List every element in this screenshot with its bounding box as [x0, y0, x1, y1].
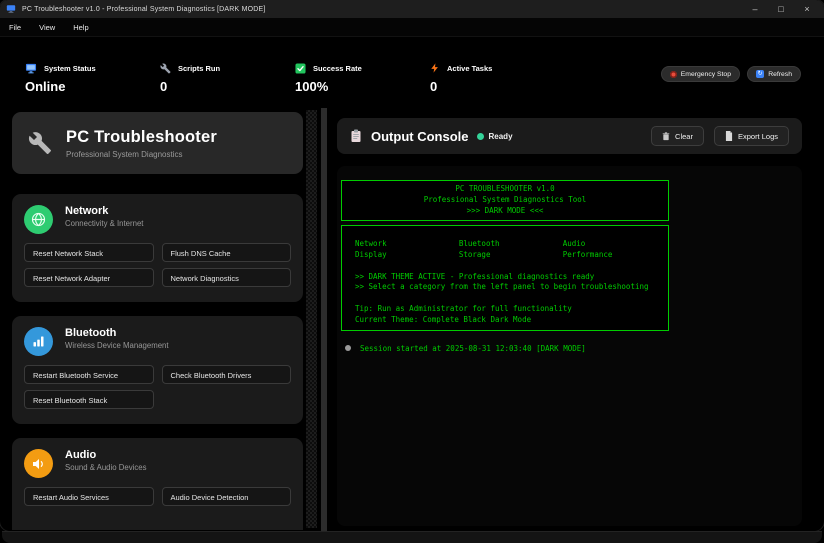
speaker-icon [24, 449, 53, 478]
reset-bluetooth-stack-button[interactable]: Reset Bluetooth Stack [24, 390, 154, 409]
maximize-button[interactable]: □ [770, 2, 792, 16]
wrench-icon [160, 63, 171, 74]
clipboard-icon [350, 129, 362, 143]
emergency-stop-button[interactable]: Emergency Stop [661, 66, 740, 82]
console-line: Network Bluetooth Audio [355, 239, 668, 250]
stat-success-rate: Success Rate 100% [295, 62, 362, 94]
stat-system-status: System Status Online [25, 62, 96, 94]
export-logs-label: Export Logs [738, 132, 778, 141]
flush-dns-cache-button[interactable]: Flush DNS Cache [162, 243, 292, 262]
category-title: Network [65, 205, 143, 217]
console-line [355, 293, 668, 304]
monitor-icon [25, 63, 37, 74]
panel-splitter[interactable] [321, 108, 327, 531]
refresh-label: Refresh [768, 71, 792, 78]
ready-status-dot [477, 133, 484, 140]
audio-device-detection-button[interactable]: Audio Device Detection [162, 487, 292, 506]
console-output[interactable]: PC TROUBLESHOOTER v1.0 Professional Syst… [337, 166, 802, 526]
globe-icon [24, 205, 53, 234]
console-banner-box: PC TROUBLESHOOTER v1.0 Professional Syst… [341, 180, 669, 221]
log-bullet-icon [345, 345, 351, 351]
wrench-icon [28, 131, 52, 155]
sidebar-scrollbar[interactable] [306, 110, 317, 528]
session-log-text: Session started at 2025-08-31 12:03:40 [… [360, 344, 586, 353]
session-log-entry: Session started at 2025-08-31 12:03:40 [… [345, 344, 802, 353]
emergency-stop-label: Emergency Stop [681, 71, 731, 78]
stat-label: Success Rate [313, 64, 362, 73]
clear-button[interactable]: Clear [651, 126, 704, 146]
restart-audio-services-button[interactable]: Restart Audio Services [24, 487, 154, 506]
app-icon [6, 4, 16, 14]
stop-icon [670, 71, 677, 78]
menu-bar: File View Help [0, 18, 824, 37]
console-body-box: Network Bluetooth Audio Display Storage … [341, 225, 669, 330]
refresh-button[interactable]: ↻ Refresh [747, 66, 801, 82]
title-bar: PC Troubleshooter v1.0 - Professional Sy… [0, 0, 824, 18]
menu-file[interactable]: File [9, 23, 21, 32]
app-subtitle: Professional System Diagnostics [66, 150, 217, 159]
category-card-network: Network Connectivity & Internet Reset Ne… [12, 194, 303, 302]
stat-value: Online [25, 79, 96, 94]
category-card-audio: Audio Sound & Audio Devices Restart Audi… [12, 438, 303, 530]
minimize-button[interactable]: – [744, 2, 766, 16]
main-area: PC Troubleshooter Professional System Di… [0, 108, 824, 531]
console-line [355, 261, 668, 272]
document-icon [725, 131, 733, 141]
refresh-icon: ↻ [756, 70, 764, 78]
reset-network-stack-button[interactable]: Reset Network Stack [24, 243, 154, 262]
check-icon [295, 63, 306, 74]
reset-network-adapter-button[interactable]: Reset Network Adapter [24, 268, 154, 287]
console-line: Tip: Run as Administrator for full funct… [355, 304, 668, 315]
stat-value: 0 [160, 79, 220, 94]
category-title: Bluetooth [65, 327, 169, 339]
category-subtitle: Connectivity & Internet [65, 219, 143, 230]
console-line: Professional System Diagnostics Tool [342, 195, 668, 206]
console-panel: Output Console Ready Clear Export Logs P… [337, 108, 802, 531]
stat-label: Active Tasks [447, 64, 492, 73]
stat-active-tasks: Active Tasks 0 [430, 62, 492, 94]
bolt-icon [430, 62, 440, 74]
ready-status-label: Ready [489, 132, 513, 141]
menu-help[interactable]: Help [73, 23, 88, 32]
console-line: >>> DARK MODE <<< [342, 206, 668, 217]
app-window: PC Troubleshooter v1.0 - Professional Sy… [0, 0, 824, 531]
console-line [355, 228, 668, 239]
console-title: Output Console [371, 129, 469, 144]
stat-label: System Status [44, 64, 96, 73]
stats-bar: System Status Online Scripts Run 0 Succe… [0, 40, 824, 104]
console-line: >> DARK THEME ACTIVE - Professional diag… [355, 272, 668, 283]
category-title: Audio [65, 449, 147, 461]
console-header: Output Console Ready Clear Export Logs [337, 118, 802, 154]
category-subtitle: Wireless Device Management [65, 341, 169, 352]
network-diagnostics-button[interactable]: Network Diagnostics [162, 268, 292, 287]
console-line: >> Select a category from the left panel… [355, 282, 668, 293]
signal-icon [24, 327, 53, 356]
stat-scripts-run: Scripts Run 0 [160, 62, 220, 94]
console-line: Current Theme: Complete Black Dark Mode [355, 315, 668, 326]
sidebar: PC Troubleshooter Professional System Di… [12, 112, 303, 530]
stat-value: 100% [295, 79, 362, 94]
sidebar-header-card: PC Troubleshooter Professional System Di… [12, 112, 303, 174]
app-title: PC Troubleshooter [66, 128, 217, 147]
export-logs-button[interactable]: Export Logs [714, 126, 789, 146]
console-line: Display Storage Performance [355, 250, 668, 261]
menu-view[interactable]: View [39, 23, 55, 32]
restart-bluetooth-service-button[interactable]: Restart Bluetooth Service [24, 365, 154, 384]
category-subtitle: Sound & Audio Devices [65, 463, 147, 474]
category-card-bluetooth: Bluetooth Wireless Device Management Res… [12, 316, 303, 424]
window-title: PC Troubleshooter v1.0 - Professional Sy… [22, 6, 266, 13]
stat-label: Scripts Run [178, 64, 220, 73]
console-line: PC TROUBLESHOOTER v1.0 [342, 184, 668, 195]
stat-value: 0 [430, 79, 492, 94]
window-bottom-edge [2, 531, 822, 543]
trash-icon [662, 132, 670, 141]
clear-label: Clear [675, 132, 693, 141]
check-bluetooth-drivers-button[interactable]: Check Bluetooth Drivers [162, 365, 292, 384]
close-button[interactable]: × [796, 2, 818, 16]
